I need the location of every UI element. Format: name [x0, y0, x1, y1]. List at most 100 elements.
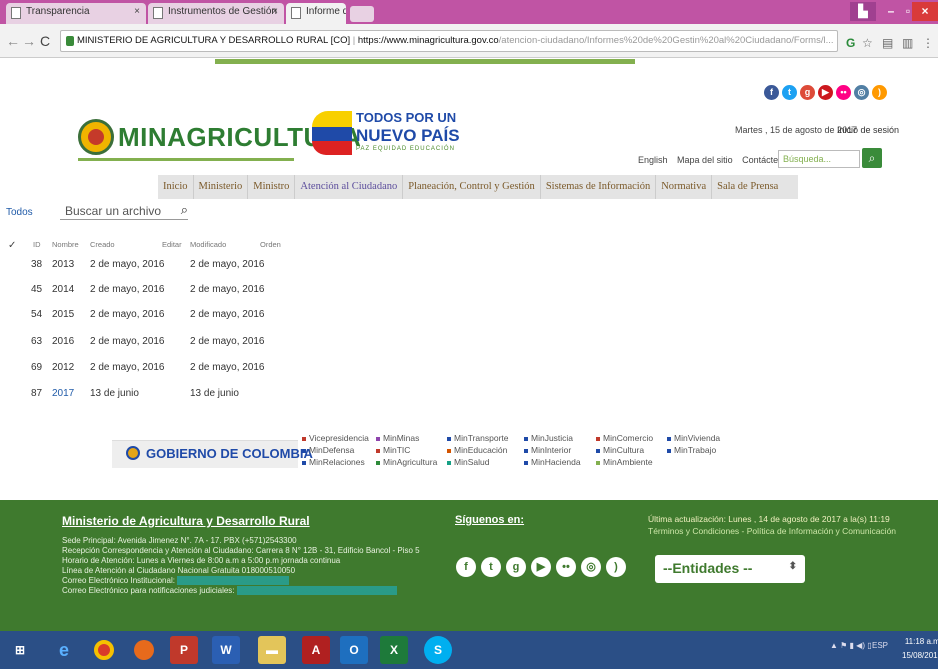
ministry-link[interactable]: MinCultura	[596, 444, 653, 456]
extension-icon[interactable]: ▤	[882, 36, 893, 50]
column-header-nombre[interactable]: Nombre	[52, 240, 79, 249]
twitter-icon[interactable]: t	[481, 557, 501, 577]
browser-tab-informe[interactable]: Informe de Atención - T	[286, 3, 346, 24]
nav-ministerio[interactable]: Ministerio	[194, 175, 249, 199]
nav-atencion-ciudadano[interactable]: Atención al Ciudadano	[295, 175, 404, 199]
row-created: 2 de mayo, 2016	[90, 309, 165, 320]
facebook-icon[interactable]: f	[456, 557, 476, 577]
ministry-link[interactable]: MinTransporte	[447, 432, 508, 444]
googleplus-icon[interactable]: g	[800, 85, 815, 100]
excel-icon[interactable]: X	[380, 636, 408, 664]
rss-icon[interactable]: )	[606, 557, 626, 577]
ministry-link[interactable]: MinHacienda	[524, 456, 581, 468]
column-header-orden[interactable]: Orden	[260, 240, 281, 249]
row-name[interactable]: 2015	[52, 309, 74, 320]
row-name[interactable]: 2012	[52, 362, 74, 373]
browser-tab-instrumentos[interactable]: Instrumentos de Gestión ×	[148, 3, 284, 24]
close-icon[interactable]: ×	[134, 6, 140, 17]
word-icon[interactable]: W	[212, 636, 240, 664]
email-link[interactable]: xxxxxxxxxxxxxxxxxxxxxxxxxxxxxxxxxxxxxxxx	[236, 586, 397, 595]
rss-icon[interactable]: )	[872, 85, 887, 100]
sitemap-link[interactable]: Mapa del sitio	[677, 155, 733, 165]
ministry-link[interactable]: MinMinas	[376, 432, 437, 444]
gobierno-label[interactable]: GOBIERNO DE COLOMBIA	[146, 446, 313, 461]
site-search-input[interactable]: Búsqueda...	[778, 150, 860, 168]
extension-icon[interactable]: G	[846, 36, 855, 50]
ie-icon[interactable]: e	[50, 636, 78, 664]
row-name[interactable]: 2017	[52, 388, 74, 399]
firefox-icon[interactable]	[130, 636, 158, 664]
flickr-icon[interactable]: ••	[836, 85, 851, 100]
skype-icon[interactable]: S	[424, 636, 452, 664]
outlook-icon[interactable]: O	[340, 636, 368, 664]
facebook-icon[interactable]: f	[764, 85, 779, 100]
ministry-link[interactable]: MinVivienda	[667, 432, 720, 444]
nav-sistemas[interactable]: Sistemas de Información	[541, 175, 657, 199]
footer-title[interactable]: Ministerio de Agricultura y Desarrollo R…	[62, 514, 310, 528]
ministry-link[interactable]: MinSalud	[447, 456, 508, 468]
ministry-link[interactable]: MinAmbiente	[596, 456, 653, 468]
browser-tab-transparencia[interactable]: Transparencia ×	[6, 3, 146, 24]
nav-ministro[interactable]: Ministro	[248, 175, 296, 199]
star-icon[interactable]: ☆	[862, 36, 873, 50]
minagricultura-logo-icon[interactable]	[78, 119, 114, 155]
column-header-editar[interactable]: Editar	[162, 240, 182, 249]
terms-link[interactable]: Términos y Condiciones - Política de Inf…	[648, 526, 896, 536]
windows-start-icon[interactable]: ⊞	[6, 636, 34, 664]
nav-sala-prensa[interactable]: Sala de Prensa	[712, 175, 783, 199]
clock[interactable]: 11:18 a.m. 15/08/2017	[902, 635, 938, 663]
ministry-link[interactable]: MinComercio	[596, 432, 653, 444]
nav-inicio[interactable]: Inicio	[158, 175, 194, 199]
english-link[interactable]: English	[638, 155, 668, 165]
flickr-icon[interactable]: ••	[556, 557, 576, 577]
column-header-modificado[interactable]: Modificado	[190, 240, 226, 249]
ministry-link[interactable]: MinAgricultura	[376, 456, 437, 468]
chrome-icon[interactable]	[90, 636, 118, 664]
file-search-input[interactable]: Buscar un archivo ⌕	[60, 202, 188, 220]
email-link[interactable]: xxxxxxxxxxxxxxxxxxxxxxxxxxxx	[177, 576, 290, 585]
ministry-link[interactable]: MinRelaciones	[302, 456, 369, 468]
twitter-icon[interactable]: t	[782, 85, 797, 100]
back-icon[interactable]: ←	[6, 33, 20, 49]
youtube-icon[interactable]: ▶	[531, 557, 551, 577]
extension-icon[interactable]: ▥	[902, 36, 913, 50]
search-icon[interactable]: ⌕	[181, 202, 188, 218]
select-all-check-icon[interactable]: ✓	[8, 240, 16, 251]
url-input[interactable]: MINISTERIO DE AGRICULTURA Y DESARROLLO R…	[60, 30, 838, 52]
ministry-link[interactable]: Vicepresidencia	[302, 432, 369, 444]
googleplus-icon[interactable]: g	[506, 557, 526, 577]
powerpoint-icon[interactable]: P	[170, 636, 198, 664]
ministry-link[interactable]: MinTrabajo	[667, 444, 720, 456]
user-icon[interactable]: ▙	[850, 2, 876, 21]
youtube-icon[interactable]: ▶	[818, 85, 833, 100]
column-header-id[interactable]: ID	[33, 240, 41, 249]
menu-icon[interactable]: ⋮	[922, 36, 934, 50]
ministry-link[interactable]: MinInterior	[524, 444, 581, 456]
acrobat-icon[interactable]: A	[302, 636, 330, 664]
search-icon[interactable]: ⌕	[862, 148, 882, 168]
ministry-link[interactable]: MinEducación	[447, 444, 508, 456]
ministry-link[interactable]: MinJusticia	[524, 432, 581, 444]
instagram-icon[interactable]: ◎	[581, 557, 601, 577]
ministry-link[interactable]: MinTIC	[376, 444, 437, 456]
nav-normativa[interactable]: Normativa	[656, 175, 713, 199]
page-icon	[11, 7, 21, 19]
row-name[interactable]: 2014	[52, 284, 74, 295]
column-header-creado[interactable]: Creado	[90, 240, 115, 249]
new-tab-button[interactable]	[350, 6, 374, 22]
instagram-icon[interactable]: ◎	[854, 85, 869, 100]
reload-icon[interactable]: C	[40, 33, 50, 49]
file-explorer-icon[interactable]: ▬	[258, 636, 286, 664]
close-window-icon[interactable]: ×	[912, 2, 938, 21]
entidades-select[interactable]: --Entidades -- ⬍	[655, 555, 805, 583]
nav-planeacion[interactable]: Planeación, Control y Gestión	[403, 175, 541, 199]
close-icon[interactable]: ×	[272, 6, 278, 17]
row-name[interactable]: 2013	[52, 259, 74, 270]
login-link[interactable]: Inicio de sesión	[837, 125, 899, 135]
row-name[interactable]: 2016	[52, 336, 74, 347]
input-language[interactable]: ESP	[872, 641, 888, 650]
ministry-link[interactable]: MinDefensa	[302, 444, 369, 456]
forward-icon[interactable]: →	[22, 33, 36, 49]
view-all-link[interactable]: Todos	[6, 207, 33, 218]
system-tray-icons[interactable]: ▲ ⚑ ▮ ◀) ▯	[830, 641, 872, 650]
